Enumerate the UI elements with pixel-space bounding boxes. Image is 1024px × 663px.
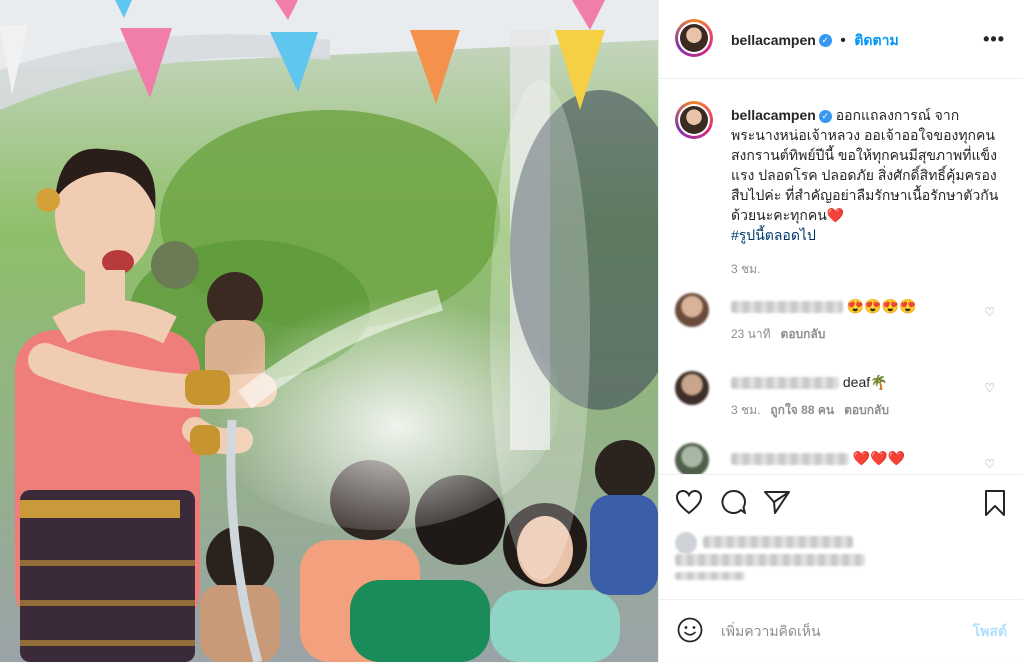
send-icon[interactable] [763, 489, 791, 515]
caption-text: ออกแถลงการณ์ จากพระนางหน่อเจ้าหลวง ออเจ้… [731, 107, 999, 223]
comment-likes-count[interactable]: ถูกใจ 88 คน [770, 403, 834, 417]
blurred-username [731, 301, 843, 314]
comment-time: 23 นาที [731, 327, 771, 341]
comment-item: 😍😍😍😍 23 นาที ตอบกลับ [731, 297, 981, 343]
liker-avatar [675, 532, 697, 554]
verified-badge-icon: ✓ [818, 109, 832, 123]
comment-item: ❤️❤️❤️ [731, 449, 981, 467]
header-username[interactable]: bellacampen [731, 32, 816, 48]
instagram-post-window: bellacampen ✓ • ติดตาม ••• bellacampen ✓ อ… [0, 0, 1024, 662]
comment-avatar[interactable] [675, 293, 709, 327]
comments-section[interactable]: bellacampen ✓ ออกแถลงการณ์ จากพระนางหน่อเ… [659, 79, 1023, 474]
add-comment-input[interactable]: เพิ่มความคิดเห็น [721, 621, 821, 643]
blurred-likes-text [703, 536, 853, 548]
songkran-photo-illustration [0, 0, 658, 662]
caption-timestamp: 3 ชม. [731, 262, 761, 276]
comment-text: ❤️❤️❤️ [852, 450, 906, 466]
heart-outline-icon[interactable] [675, 489, 703, 515]
blurred-likes-text [675, 554, 865, 566]
action-bar [659, 474, 1023, 527]
smiley-icon[interactable] [677, 617, 703, 643]
comment-like-heart-icon[interactable]: ♡ [984, 305, 995, 319]
comment-meta: 23 นาที ตอบกลับ [731, 325, 981, 343]
verified-badge-icon: ✓ [818, 34, 832, 48]
comment-text: deaf🌴 [842, 374, 888, 390]
more-dots-icon[interactable]: ••• [983, 29, 1005, 50]
caption: bellacampen ✓ ออกแถลงการณ์ จากพระนางหน่อเ… [731, 105, 1001, 279]
add-comment-bar: เพิ่มความคิดเห็น โพสต์ [659, 599, 1023, 663]
comment-icon[interactable] [719, 489, 747, 515]
reply-button[interactable]: ตอบกลับ [781, 327, 826, 341]
follow-button[interactable]: ติดตาม [854, 32, 898, 48]
blurred-username [731, 377, 839, 390]
comment-text: 😍😍😍😍 [846, 298, 917, 314]
separator-dot: • [840, 32, 846, 49]
caption-heart-emoji: ❤️ [826, 207, 845, 223]
comment-meta: 3 ชม. ถูกใจ 88 คน ตอบกลับ [731, 401, 981, 419]
caption-hashtag[interactable]: #รูปนี้ตลอดไป [731, 227, 816, 243]
avatar[interactable] [675, 19, 713, 57]
bookmark-icon[interactable] [983, 489, 1007, 517]
comment-time: 3 ชม. [731, 403, 761, 417]
comment-like-heart-icon[interactable]: ♡ [984, 457, 995, 471]
post-button[interactable]: โพสต์ [973, 621, 1007, 643]
caption-avatar[interactable] [675, 101, 713, 139]
post-header: bellacampen ✓ • ติดตาม ••• [659, 0, 1023, 79]
comment-like-heart-icon[interactable]: ♡ [984, 381, 995, 395]
caption-username[interactable]: bellacampen [731, 107, 816, 123]
comment-avatar[interactable] [675, 371, 709, 405]
post-sidebar: bellacampen ✓ • ติดตาม ••• bellacampen ✓ อ… [658, 0, 1023, 662]
post-photo[interactable] [0, 0, 658, 662]
comment-item: deaf🌴 3 ชม. ถูกใจ 88 คน ตอบกลับ [731, 373, 981, 419]
likes-summary [675, 528, 1005, 584]
comment-avatar[interactable] [675, 443, 709, 474]
blurred-username [731, 453, 849, 466]
reply-button[interactable]: ตอบกลับ [844, 403, 889, 417]
blurred-date-text [675, 572, 745, 580]
